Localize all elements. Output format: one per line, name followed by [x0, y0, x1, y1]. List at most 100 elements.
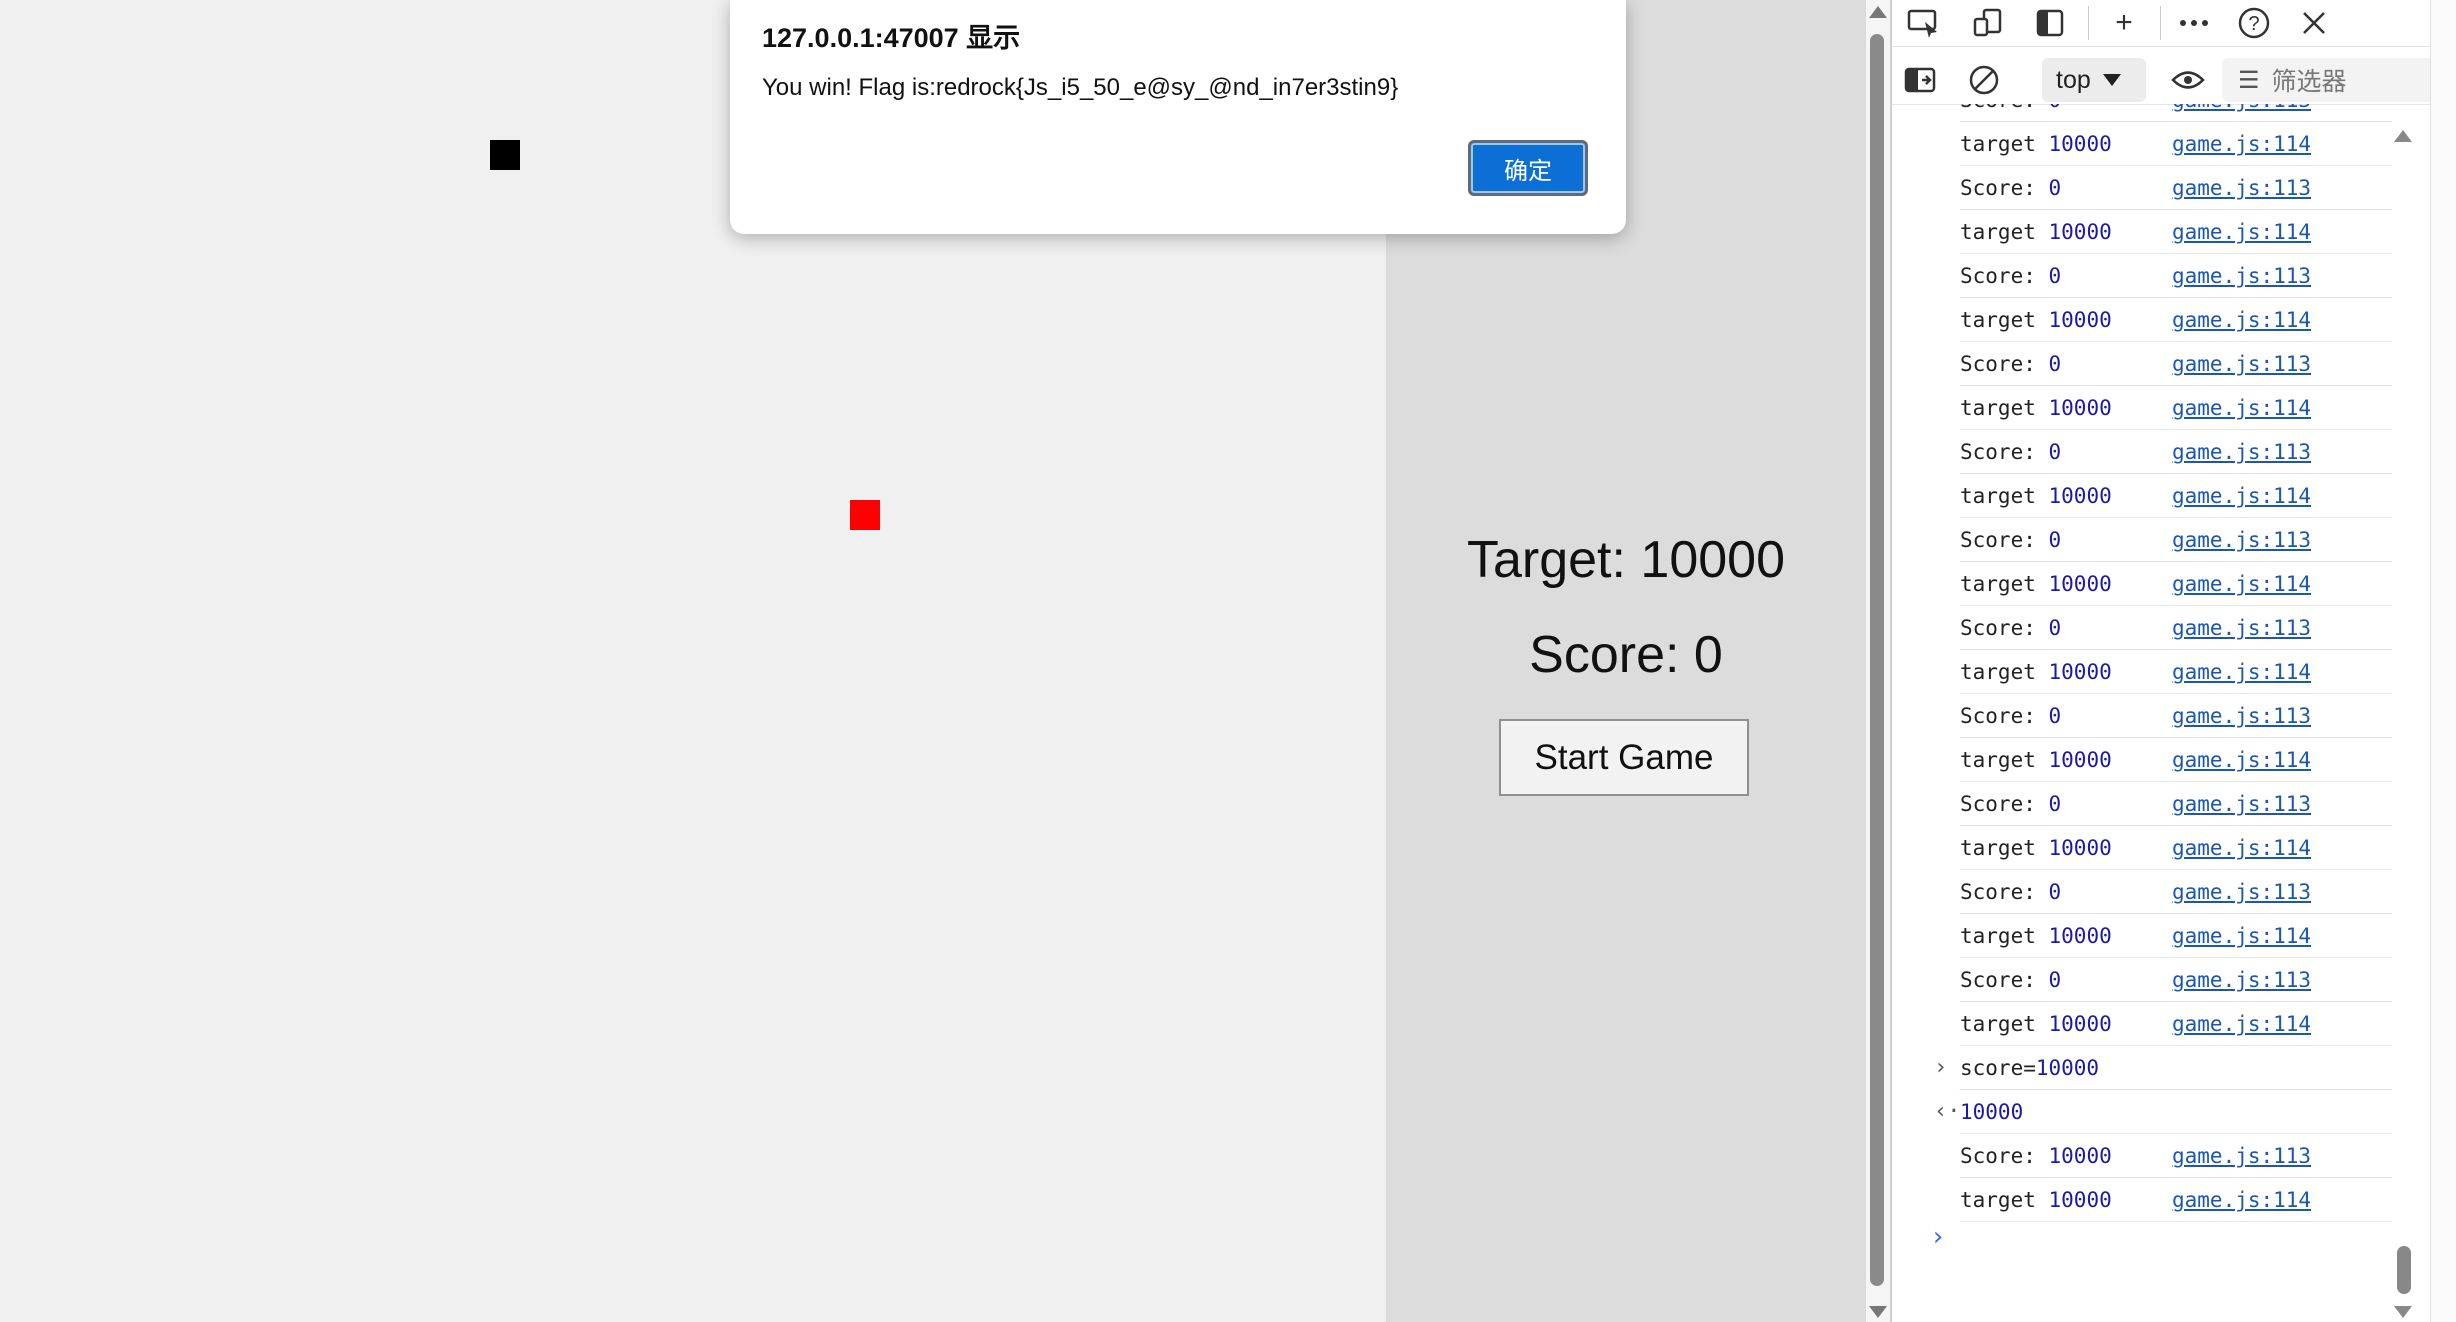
log-source-link[interactable]: game.js:114	[2172, 914, 2311, 958]
log-label: Score:	[1960, 616, 2049, 640]
log-value: 0	[2048, 880, 2062, 904]
log-label: target	[1960, 924, 2049, 948]
context-selector[interactable]: top	[2042, 58, 2146, 102]
log-source-link[interactable]: game.js:114	[2172, 562, 2311, 606]
log-value: 10000	[2048, 1144, 2112, 1168]
console-filter-input[interactable]: ☰ 筛选器	[2222, 58, 2452, 102]
devtools-drawer-edge	[2430, 0, 2456, 1322]
log-message: Score: 0	[1960, 166, 2061, 210]
console-log-row: target 10000 game.js:114	[1960, 914, 2392, 958]
plus-icon[interactable]: +	[2104, 4, 2144, 42]
log-value: 10000	[2048, 1188, 2112, 1212]
start-game-button[interactable]: Start Game	[1499, 719, 1749, 796]
console-log-row: target 10000 game.js:114	[1960, 386, 2392, 430]
log-source-link[interactable]: game.js:113	[2172, 518, 2311, 562]
scroll-down-arrow-icon[interactable]	[2394, 1306, 2412, 1318]
log-value: 0	[2048, 176, 2062, 200]
clear-console-icon[interactable]	[1964, 62, 2004, 98]
log-value: 10000	[2048, 748, 2112, 772]
log-message: target 10000	[1960, 650, 2112, 694]
console-log-row: target 10000 game.js:114	[1960, 1002, 2392, 1046]
log-label: Score:	[1960, 440, 2049, 464]
log-source-link[interactable]: game.js:113	[2172, 104, 2311, 122]
log-source-link[interactable]: game.js:113	[2172, 782, 2311, 826]
log-label: target	[1960, 484, 2049, 508]
target-label: Target: 10000	[1466, 531, 1786, 589]
log-source-link[interactable]: game.js:113	[2172, 166, 2311, 210]
log-message: target 10000	[1960, 122, 2112, 166]
log-value: 0	[2048, 968, 2062, 992]
food-item	[850, 500, 880, 530]
console-prompt-chevron-icon[interactable]: ›	[1930, 1222, 1946, 1252]
live-expression-eye-icon[interactable]	[2168, 62, 2208, 98]
log-value: 10000	[2048, 924, 2112, 948]
inspect-icon[interactable]	[1904, 4, 1944, 42]
log-source-link[interactable]: game.js:114	[2172, 210, 2311, 254]
log-message: Score: 0	[1960, 342, 2061, 386]
console-messages[interactable]: Score: 0 game.js:113 target 10000 game.js:1…	[1892, 104, 2392, 1322]
log-source-link[interactable]: game.js:114	[2172, 474, 2311, 518]
chevron-right-icon[interactable]: ›	[1934, 1046, 1947, 1090]
page-scrollbar-thumb[interactable]	[1870, 34, 1884, 1286]
alert-ok-button[interactable]: 确定	[1468, 140, 1588, 196]
log-source-link[interactable]: game.js:113	[2172, 254, 2311, 298]
help-icon[interactable]: ?	[2234, 4, 2274, 42]
log-label: Score:	[1960, 1144, 2049, 1168]
log-value: 10000	[2048, 308, 2112, 332]
log-label: Score:	[1960, 264, 2049, 288]
log-source-link[interactable]: game.js:114	[2172, 738, 2311, 782]
close-icon[interactable]	[2294, 4, 2334, 42]
log-value: 10000	[2048, 484, 2112, 508]
dock-side-icon[interactable]	[2030, 4, 2070, 42]
filter-icon: ☰	[2238, 66, 2260, 94]
log-value: 0	[2048, 616, 2062, 640]
log-message: target 10000	[1960, 1002, 2112, 1046]
log-source-link[interactable]: game.js:114	[2172, 298, 2311, 342]
scroll-up-arrow-icon[interactable]	[2394, 130, 2412, 142]
console-log-row: target 10000 game.js:114	[1960, 562, 2392, 606]
console-scrollbar[interactable]	[2392, 104, 2414, 1322]
console-scrollbar-thumb[interactable]	[2397, 1246, 2411, 1294]
log-source-link[interactable]: game.js:113	[2172, 430, 2311, 474]
sidebar-toggle-icon[interactable]	[1900, 62, 1940, 98]
scroll-down-arrow-icon[interactable]	[1869, 1306, 1887, 1318]
console-log-row: Score: 0 game.js:113	[1960, 430, 2392, 474]
log-source-link[interactable]: game.js:113	[2172, 958, 2311, 1002]
log-label: Score:	[1960, 880, 2049, 904]
log-message: Score: 0	[1960, 518, 2061, 562]
log-source-link[interactable]: game.js:113	[2172, 694, 2311, 738]
page-scrollbar[interactable]	[1866, 0, 1890, 1322]
device-toolbar-icon[interactable]	[1968, 4, 2008, 42]
log-source-link[interactable]: game.js:113	[2172, 342, 2311, 386]
console-log-row: target 10000 game.js:114	[1960, 650, 2392, 694]
log-source-link[interactable]: game.js:113	[2172, 870, 2311, 914]
scroll-up-arrow-icon[interactable]	[1869, 6, 1887, 18]
console-log-row: Score: 0 game.js:113	[1960, 606, 2392, 650]
log-message: Score: 0	[1960, 782, 2061, 826]
command-value: 10000	[2035, 1056, 2100, 1080]
score-label: Score: 0	[1529, 626, 1723, 684]
log-value: 0	[2048, 264, 2062, 288]
more-icon[interactable]	[2174, 4, 2214, 42]
log-source-link[interactable]: game.js:114	[2172, 826, 2311, 870]
log-label: Score:	[1960, 968, 2049, 992]
log-source-link[interactable]: game.js:114	[2172, 1178, 2311, 1222]
log-source-link[interactable]: game.js:113	[2172, 606, 2311, 650]
log-source-link[interactable]: game.js:114	[2172, 386, 2311, 430]
log-source-link[interactable]: game.js:114	[2172, 1002, 2311, 1046]
alert-dialog: 127.0.0.1:47007 显示 You win! Flag is:redr…	[730, 0, 1626, 234]
log-label: Score:	[1960, 176, 2049, 200]
console-log-row: Score: 0 game.js:113	[1960, 782, 2392, 826]
log-source-link[interactable]: game.js:114	[2172, 650, 2311, 694]
log-value: 0	[2048, 440, 2062, 464]
console-command-row: score=10000	[1960, 1046, 2392, 1090]
log-source-link[interactable]: game.js:114	[2172, 122, 2311, 166]
log-message: target 10000	[1960, 562, 2112, 606]
log-source-link[interactable]: game.js:113	[2172, 1134, 2311, 1178]
log-value: 10000	[2048, 660, 2112, 684]
filter-placeholder: 筛选器	[2271, 68, 2347, 96]
log-value: 10000	[2048, 836, 2112, 860]
log-message: target 10000	[1960, 386, 2112, 430]
log-message: target 10000	[1960, 1178, 2112, 1222]
log-value: 0	[2048, 352, 2062, 376]
